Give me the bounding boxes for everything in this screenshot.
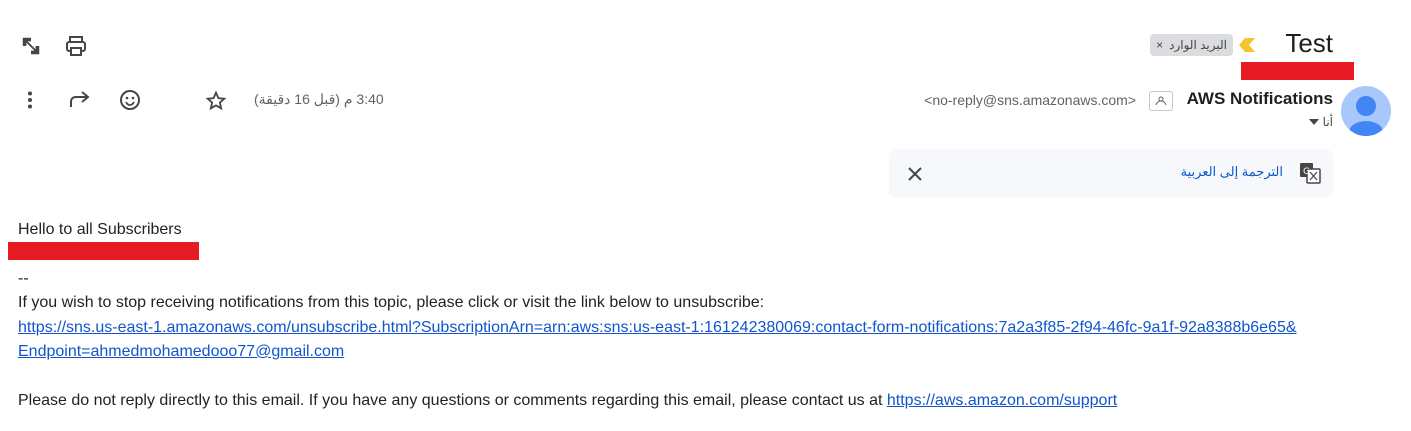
unsubscribe-text: If you wish to stop receiving notificati… [18, 294, 765, 311]
unsubscribe-link[interactable]: https://sns.us-east-1.amazonaws.com/unsu… [18, 319, 1297, 336]
translate-link[interactable]: الترجمة إلى العربية [1181, 164, 1283, 180]
footer-text: Please do not reply directly to this ema… [18, 392, 1117, 410]
print-icon[interactable] [62, 32, 90, 60]
email-subject: Test [1285, 28, 1333, 58]
support-link[interactable]: https://aws.amazon.com/support [887, 392, 1117, 409]
importance-marker-icon[interactable] [1237, 37, 1257, 58]
emoji-reaction-icon[interactable] [116, 86, 144, 114]
message-time: 3:40 م (قبل 16 دقيقة) [254, 91, 384, 107]
avatar[interactable] [1341, 86, 1391, 136]
more-options-icon[interactable] [16, 86, 44, 114]
chevron-down-icon [1308, 119, 1319, 125]
translate-bar: الترجمة إلى العربية G [889, 149, 1333, 198]
svg-text:G: G [1303, 167, 1310, 177]
greeting-text: Hello to all Subscribers [18, 221, 182, 238]
separator-text: -- [18, 270, 29, 287]
sender-info-icon[interactable] [1149, 91, 1173, 111]
close-icon[interactable] [901, 160, 929, 188]
footer-message: Please do not reply directly to this ema… [18, 392, 887, 409]
inbox-label-text: البريد الوارد [1169, 38, 1227, 52]
remove-label-icon[interactable]: × [1156, 38, 1163, 52]
redaction-bar [1241, 62, 1354, 80]
translate-icon: G [1299, 162, 1321, 189]
recipient-me: أنا [1322, 115, 1333, 129]
redaction-bar-2 [8, 242, 199, 260]
sender-email[interactable]: <no-reply@sns.amazonaws.com> [924, 92, 1136, 108]
inbox-label-chip[interactable]: البريد الوارد × [1150, 34, 1233, 56]
open-in-new-window-icon[interactable] [17, 32, 45, 60]
forward-icon[interactable] [66, 86, 94, 114]
recipients-dropdown[interactable]: أنا [1308, 115, 1333, 129]
star-icon[interactable] [202, 87, 230, 115]
unsubscribe-link-endpoint[interactable]: Endpoint=ahmedmohamedooo77@gmail.com [18, 343, 344, 360]
sender-name[interactable]: AWS Notifications [1187, 89, 1333, 109]
